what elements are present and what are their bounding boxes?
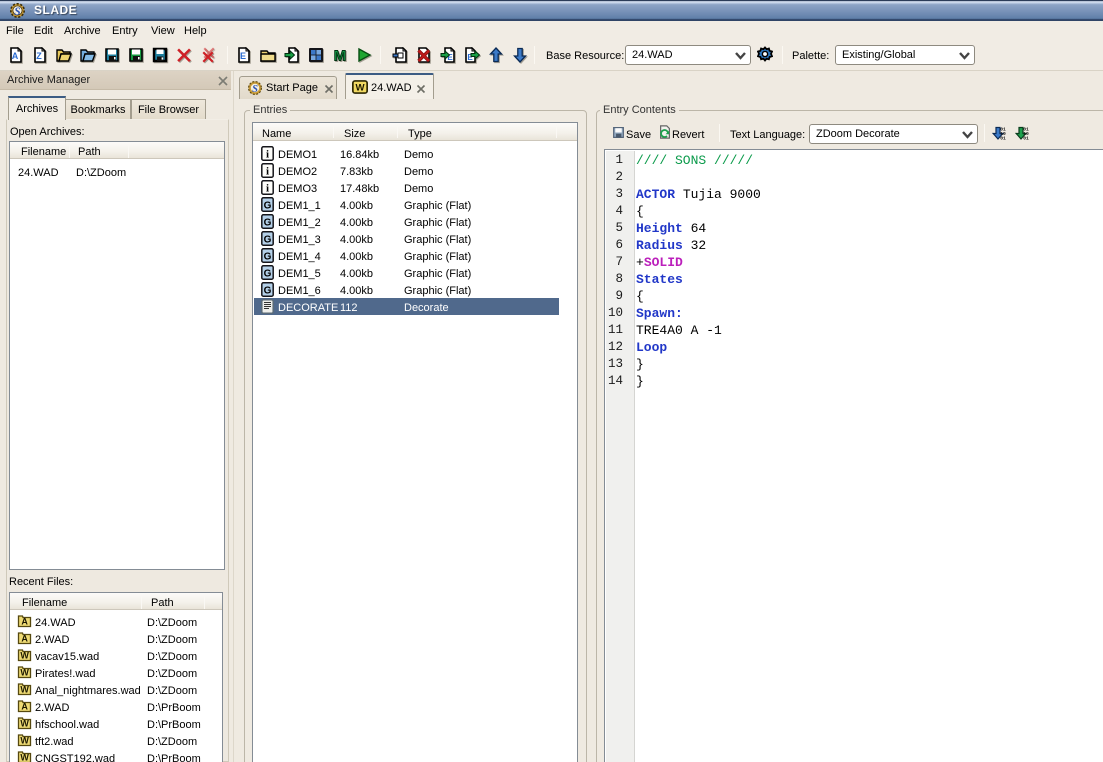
svg-text:W: W — [20, 719, 29, 729]
svg-text:S: S — [14, 6, 20, 18]
svg-text:M: M — [334, 48, 347, 64]
svg-text:A: A — [21, 634, 28, 644]
svg-text:W: W — [20, 651, 29, 661]
svg-text:W: W — [355, 83, 365, 94]
svg-text:G: G — [264, 201, 272, 212]
svg-text:E: E — [240, 51, 246, 61]
svg-text:W: W — [20, 736, 29, 746]
svg-text:G: G — [264, 235, 272, 246]
svg-text:01: 01 — [1023, 136, 1029, 142]
svg-text:G: G — [264, 269, 272, 280]
svg-text:G: G — [264, 252, 272, 263]
svg-text:A: A — [21, 617, 28, 627]
svg-text:i: i — [266, 166, 269, 178]
svg-text:W: W — [20, 753, 29, 762]
svg-text:W: W — [20, 668, 29, 678]
svg-text:i: i — [266, 183, 269, 195]
svg-text:G: G — [264, 286, 272, 297]
svg-text:A: A — [12, 51, 19, 61]
svg-text:G: G — [264, 218, 272, 229]
svg-text:W: W — [20, 685, 29, 695]
svg-text:A: A — [21, 702, 28, 712]
svg-text:01: 01 — [1000, 136, 1006, 142]
svg-text:S: S — [252, 84, 258, 95]
svg-text:i: i — [266, 149, 269, 161]
svg-text:Z: Z — [36, 51, 42, 61]
